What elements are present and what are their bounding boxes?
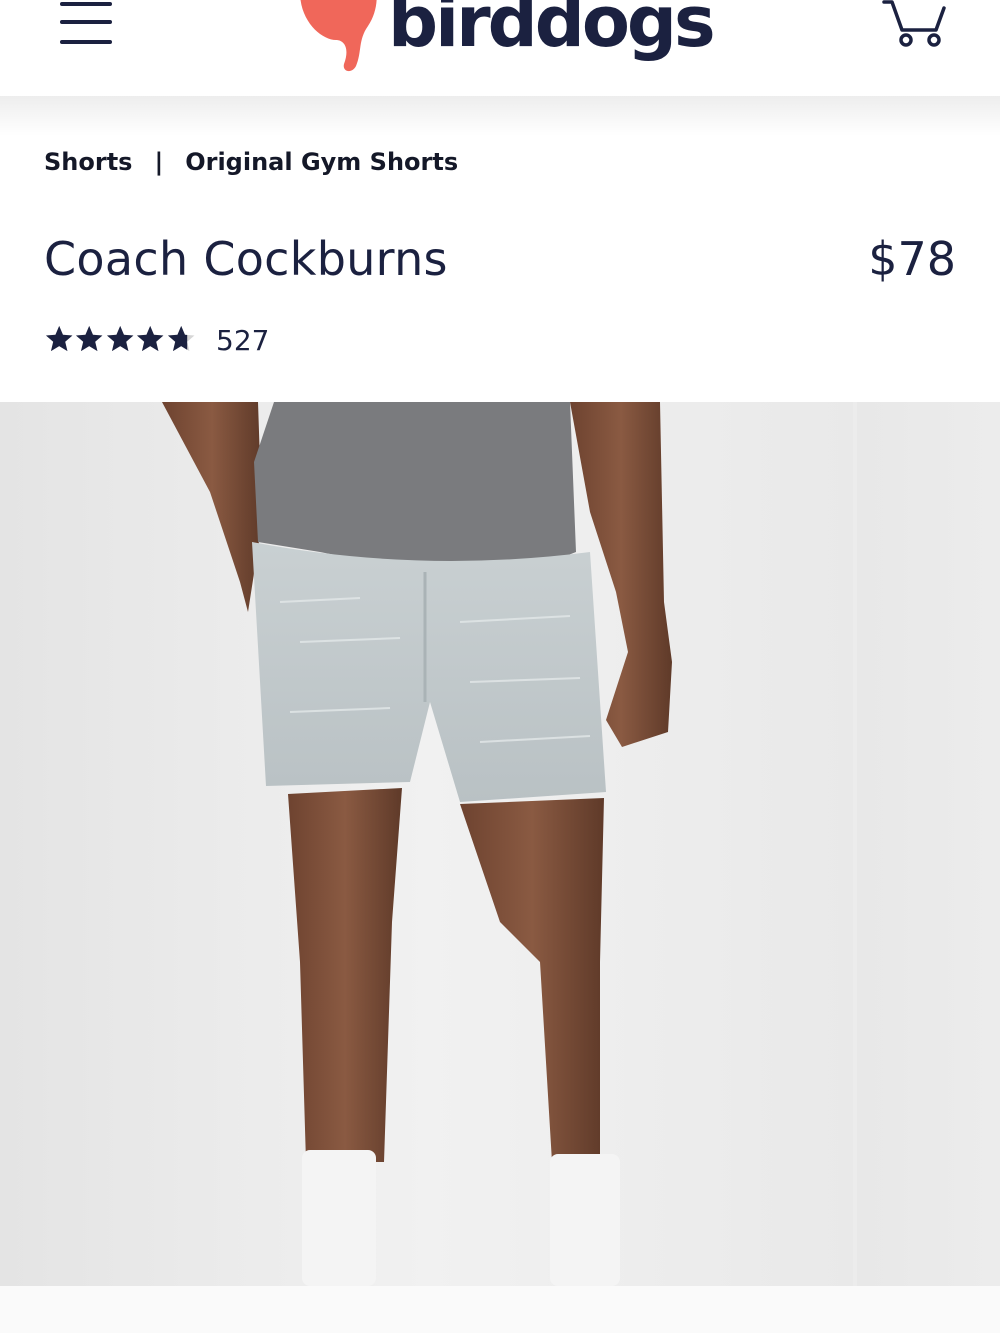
product-image-gallery xyxy=(0,402,1000,1286)
shopping-cart-icon[interactable] xyxy=(880,0,950,50)
brand-logo[interactable]: birddogs xyxy=(292,0,732,72)
product-title: Coach Cockburns xyxy=(44,232,448,286)
breadcrumb-item-original-gym-shorts[interactable]: Original Gym Shorts xyxy=(185,148,458,176)
hamburger-menu-icon[interactable] xyxy=(58,0,114,50)
breadcrumb-item-shorts[interactable]: Shorts xyxy=(44,148,132,176)
star-icon xyxy=(106,325,134,352)
product-image-main[interactable] xyxy=(0,402,853,1286)
brand-wordmark: birddogs xyxy=(388,0,716,63)
star-icon xyxy=(137,325,164,352)
star-icon xyxy=(167,325,195,352)
bird-dog-logo-icon xyxy=(300,0,377,71)
header-shadow xyxy=(0,96,1000,136)
bottom-bar xyxy=(0,1286,1000,1333)
star-rating xyxy=(44,324,196,356)
product-image-next[interactable] xyxy=(857,402,1000,1286)
star-icon xyxy=(45,325,73,352)
product-price: $78 xyxy=(868,232,956,286)
star-icon xyxy=(76,325,103,352)
site-header: birddogs xyxy=(0,0,1000,96)
product-rating[interactable]: 527 xyxy=(44,322,269,358)
breadcrumb: Shorts | Original Gym Shorts xyxy=(44,144,458,180)
product-page: birddogs Shorts | Original Gym Shorts Co… xyxy=(0,0,1000,1333)
breadcrumb-separator: | xyxy=(154,148,164,176)
review-count: 527 xyxy=(216,323,270,357)
